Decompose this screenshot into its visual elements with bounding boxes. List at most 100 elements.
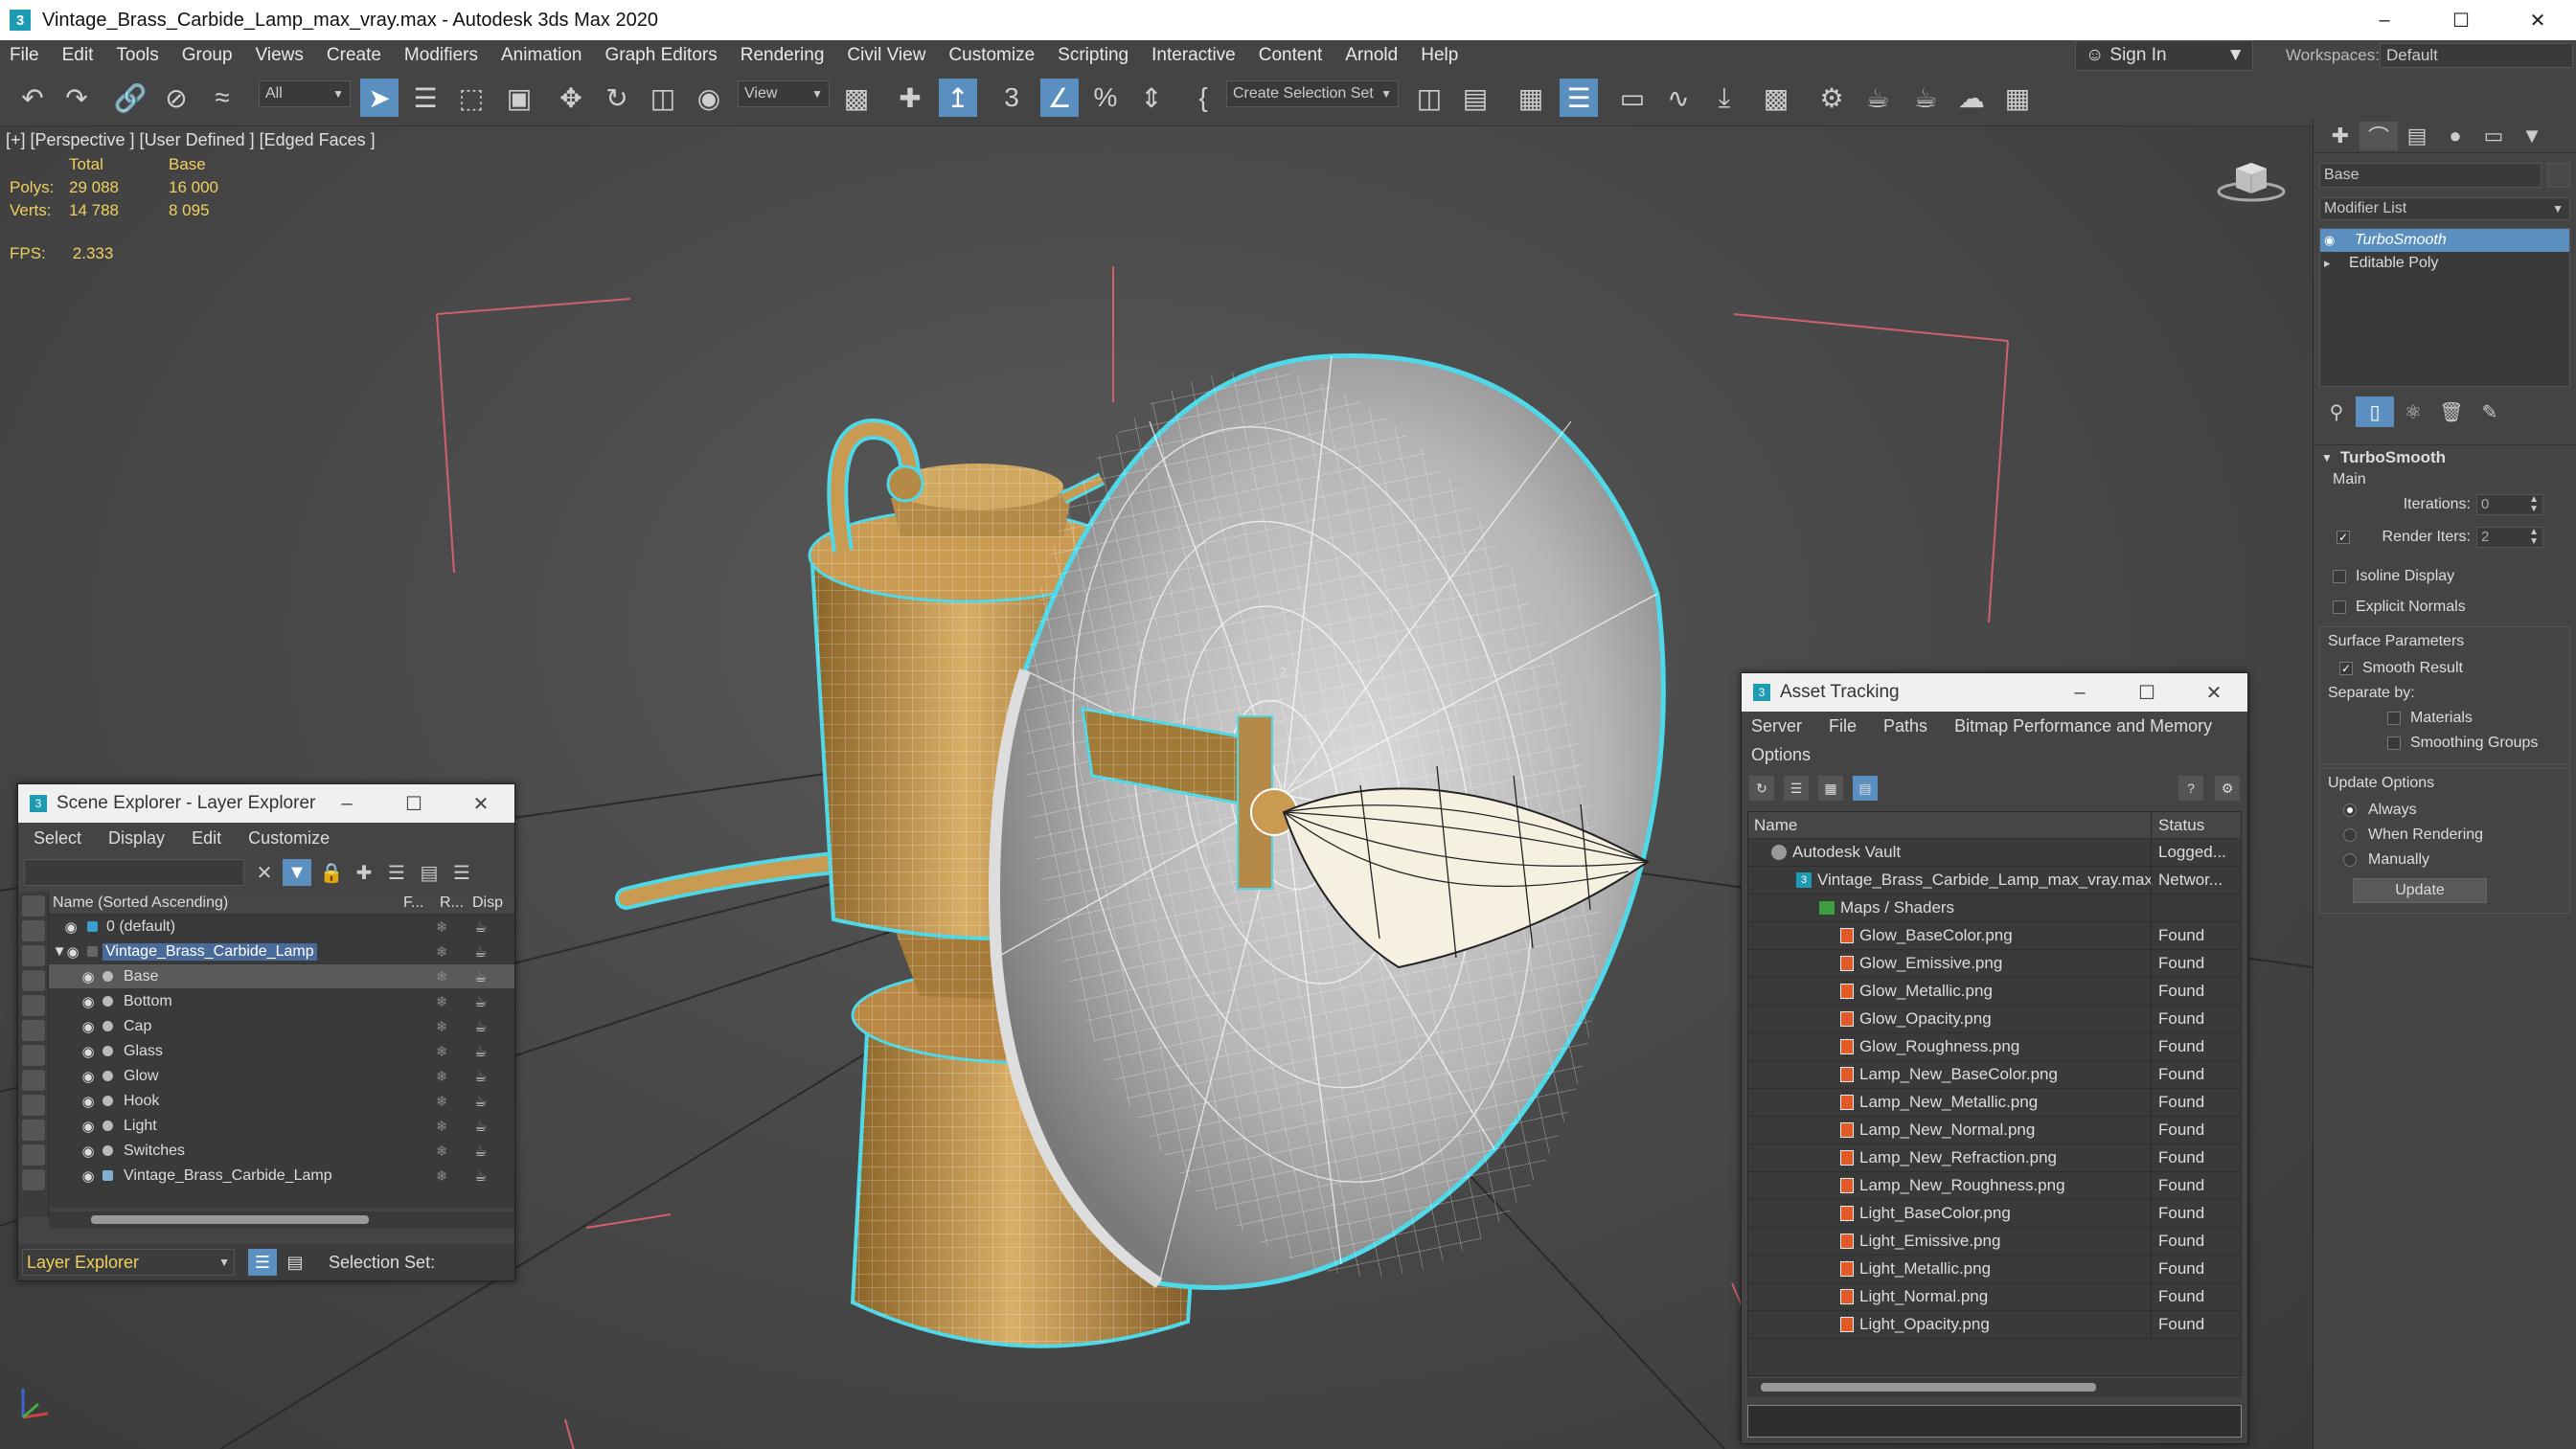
filter-frozen-icon[interactable] <box>22 1144 45 1166</box>
smoothing-groups-option[interactable]: Smoothing Groups <box>2320 731 2569 756</box>
eye-icon[interactable]: ◉ <box>78 993 99 1010</box>
asset-row[interactable]: Light_Metallic.png Found <box>1748 1256 2241 1283</box>
configure-modifier-sets-icon[interactable]: ✎ <box>2471 396 2509 427</box>
smoothing-groups-checkbox[interactable] <box>2387 736 2401 750</box>
render-teapot-icon[interactable]: ☕ <box>474 993 487 1010</box>
viewport-label[interactable]: [+] [Perspective ] [User Defined ] [Edge… <box>6 130 376 150</box>
explorer-type-select[interactable]: Layer Explorer ▼ <box>22 1249 235 1276</box>
utilities-tab-icon[interactable]: ▼ <box>2513 122 2551 150</box>
filter-bones-icon[interactable] <box>22 1095 45 1116</box>
menu-file[interactable]: File <box>0 45 53 66</box>
filter-shapes-icon[interactable] <box>22 920 45 941</box>
update-manually-option[interactable]: Manually <box>2320 848 2569 872</box>
object-row[interactable]: ◉ Glow ❄ ☕ <box>49 1064 514 1089</box>
spinner-snap-icon[interactable]: ⇕ <box>1132 79 1171 117</box>
spinner-arrows-icon[interactable]: ▲ ▼ <box>2529 495 2539 514</box>
unlink-icon[interactable]: ⊘ <box>157 79 195 117</box>
asset-row[interactable]: Lamp_New_Roughness.png Found <box>1748 1172 2241 1200</box>
update-button[interactable]: Update <box>2353 878 2487 903</box>
explicit-normals-option[interactable]: Explicit Normals <box>2314 592 2576 623</box>
filter-lights-icon[interactable] <box>22 945 45 966</box>
eye-icon[interactable]: ◉ <box>60 918 81 936</box>
toggle-ribbon-icon[interactable]: ▭ <box>1613 79 1652 117</box>
snaps-toggle-icon[interactable]: 3 <box>992 79 1031 117</box>
asset-row[interactable]: Lamp_New_BaseColor.png Found <box>1748 1061 2241 1089</box>
scene-explorer-scrollbar[interactable] <box>49 1211 514 1229</box>
add-layer-icon[interactable]: ✚ <box>350 859 378 886</box>
always-radio[interactable] <box>2343 804 2357 817</box>
asset-row[interactable]: Lamp_New_Metallic.png Found <box>1748 1089 2241 1117</box>
object-row[interactable]: ◉ Glass ❄ ☕ <box>49 1039 514 1064</box>
asset-row[interactable]: Light_BaseColor.png Found <box>1748 1200 2241 1228</box>
refresh-icon[interactable]: ↻ <box>1749 776 1774 801</box>
toggle-scene-explorer-icon[interactable]: ▦ <box>1512 79 1550 117</box>
asset-row[interactable]: Glow_Emissive.png Found <box>1748 950 2241 978</box>
render-teapot-icon[interactable]: ☕ <box>474 1068 487 1085</box>
asset-row[interactable]: Glow_Roughness.png Found <box>1748 1033 2241 1061</box>
maximize-icon[interactable]: ☐ <box>2113 673 2180 712</box>
render-teapot-icon[interactable]: ☕ <box>474 1043 487 1060</box>
freeze-icon[interactable]: ❄ <box>436 1043 448 1060</box>
freeze-icon[interactable]: ❄ <box>436 1068 448 1085</box>
asset-row[interactable]: Light_Emissive.png Found <box>1748 1228 2241 1256</box>
menu-arnold[interactable]: Arnold <box>1335 45 1411 66</box>
render-teapot-icon[interactable]: ☕ <box>474 1018 487 1035</box>
eye-icon[interactable]: ◉ <box>78 1093 99 1110</box>
environment-icon[interactable]: ▦ <box>1998 79 2037 117</box>
turbosmooth-rollout-title[interactable]: ▼ TurboSmooth <box>2314 444 2576 469</box>
explicit-normals-checkbox[interactable] <box>2333 600 2346 614</box>
minimize-icon[interactable]: – <box>2346 0 2423 40</box>
freeze-icon[interactable]: ❄ <box>436 968 448 985</box>
select-by-name-icon[interactable]: ☰ <box>406 79 445 117</box>
hierarchy-icon[interactable]: ▤ <box>415 859 444 886</box>
tree-view-icon[interactable]: ▤ <box>1853 776 1878 801</box>
eye-icon[interactable]: ◉ <box>78 1043 99 1060</box>
delete-modifier-icon[interactable]: 🗑 <box>2432 396 2471 427</box>
angle-snap-icon[interactable]: ∠ <box>1040 79 1079 117</box>
modify-tab-icon[interactable]: ⌒ <box>2359 121 2398 150</box>
object-row[interactable]: ◉ Light ❄ ☕ <box>49 1114 514 1139</box>
object-color-swatch[interactable] <box>2547 163 2570 188</box>
freeze-icon[interactable]: ❄ <box>436 1143 448 1160</box>
scrollbar-thumb[interactable] <box>91 1215 369 1224</box>
filter-groups-icon[interactable] <box>22 1045 45 1066</box>
selection-filter-select[interactable]: All ▼ <box>259 80 351 107</box>
layers-icon[interactable]: ☰ <box>382 859 411 886</box>
eye-icon[interactable]: ◉ <box>62 943 83 961</box>
at-menu-paths[interactable]: Paths <box>1868 716 1939 736</box>
isoline-display-checkbox[interactable] <box>2333 570 2346 583</box>
eye-icon[interactable]: ◉ <box>78 1018 99 1035</box>
expand-arrow-icon[interactable]: ▸ <box>2324 256 2341 271</box>
render-setup-icon[interactable]: ⚙ <box>1812 79 1851 117</box>
column-name[interactable]: Name (Sorted Ascending) <box>49 894 403 912</box>
reference-coordinate-select[interactable]: View ▼ <box>738 80 830 107</box>
layer-row[interactable]: ◉ 0 (default) ❄ ☕ <box>49 915 514 940</box>
at-menu-file[interactable]: File <box>1813 716 1868 736</box>
layer-mode-icon[interactable]: ☰ <box>248 1249 277 1276</box>
filter-hidden-icon[interactable] <box>22 1169 45 1190</box>
schematic-view-icon[interactable]: ⤓ <box>1705 79 1744 117</box>
object-row[interactable]: ◉ Cap ❄ ☕ <box>49 1014 514 1039</box>
asset-path-field[interactable] <box>1747 1405 2242 1438</box>
freeze-icon[interactable]: ❄ <box>436 1018 448 1035</box>
asset-row[interactable]: 3 Vintage_Brass_Carbide_Lamp_max_vray.max… <box>1748 867 2241 894</box>
named-selection-set-select[interactable]: Create Selection Set ▼ <box>1226 80 1399 107</box>
column-render[interactable]: R... <box>440 894 472 912</box>
smooth-result-option[interactable]: ✓ Smooth Result <box>2320 656 2569 681</box>
show-end-result-icon[interactable]: ▯ <box>2356 396 2394 427</box>
render-teapot-icon[interactable]: ☕ <box>474 1143 487 1160</box>
toggle-layer-explorer-icon[interactable]: ☰ <box>1560 79 1598 117</box>
asset-tracking-titlebar[interactable]: 3 Asset Tracking – ☐ ✕ <box>1742 673 2247 712</box>
layer-row[interactable]: ▼ ◉ Vintage_Brass_Carbide_Lamp ❄ ☕ <box>49 940 514 964</box>
eye-icon[interactable]: ◉ <box>78 1068 99 1085</box>
at-menu-server[interactable]: Server <box>1742 716 1813 736</box>
select-manipulate-icon[interactable]: ✚ <box>891 79 929 117</box>
curve-editor-icon[interactable]: ∿ <box>1659 79 1698 117</box>
table-view-icon[interactable]: ▦ <box>1818 776 1843 801</box>
freeze-icon[interactable]: ❄ <box>436 993 448 1010</box>
stack-item-turbosmooth[interactable]: ◉ TurboSmooth <box>2320 229 2569 252</box>
render-production-icon[interactable]: ☕ <box>1906 79 1945 117</box>
menu-scripting[interactable]: Scripting <box>1048 45 1142 66</box>
make-unique-icon[interactable]: ⚛ <box>2394 396 2432 427</box>
menu-rendering[interactable]: Rendering <box>731 45 838 66</box>
